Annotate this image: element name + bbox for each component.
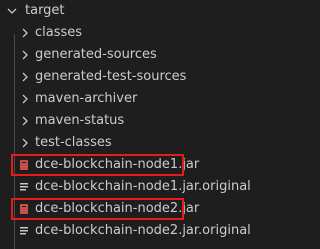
highlight-box: [11, 154, 184, 176]
highlight-box: [11, 198, 184, 220]
tree-item-test-classes[interactable]: test-classes: [0, 132, 267, 154]
tree-item-label: generated-test-sources: [35, 69, 187, 84]
chevron-right-icon[interactable]: [19, 25, 31, 41]
tree-item-target[interactable]: target: [0, 0, 267, 22]
tree-item-label: dce-blockchain-node1.jar.original: [35, 179, 251, 194]
chevron-right-icon[interactable]: [19, 69, 31, 85]
tree-item-label: dce-blockchain-node2.jar.original: [35, 223, 251, 238]
text-file-icon: [19, 225, 29, 237]
tree-item-node1-jar-original[interactable]: dce-blockchain-node1.jar.original: [0, 176, 267, 198]
tree-item-label: maven-archiver: [35, 91, 138, 106]
tree-item-maven-status[interactable]: maven-status: [0, 110, 267, 132]
tree-item-node2-jar-original[interactable]: dce-blockchain-node2.jar.original: [0, 220, 267, 242]
chevron-right-icon[interactable]: [19, 113, 31, 129]
tree-item-generated-sources[interactable]: generated-sources: [0, 44, 267, 66]
text-file-icon: [19, 181, 29, 193]
tree-item-classes[interactable]: classes: [0, 22, 267, 44]
tree-item-generated-test-sources[interactable]: generated-test-sources: [0, 66, 267, 88]
file-explorer-tree: target classes generated-sources generat…: [0, 0, 267, 249]
tree-item-maven-archiver[interactable]: maven-archiver: [0, 88, 267, 110]
chevron-down-icon[interactable]: [6, 3, 18, 19]
tree-item-label: classes: [35, 25, 83, 40]
tree-item-label: test-classes: [35, 135, 112, 150]
tree-item-label: generated-sources: [35, 47, 157, 62]
chevron-right-icon[interactable]: [19, 135, 31, 151]
tree-item-label: maven-status: [35, 113, 125, 128]
tree-item-label: target: [25, 3, 65, 18]
chevron-right-icon[interactable]: [19, 47, 31, 63]
chevron-right-icon[interactable]: [19, 91, 31, 107]
